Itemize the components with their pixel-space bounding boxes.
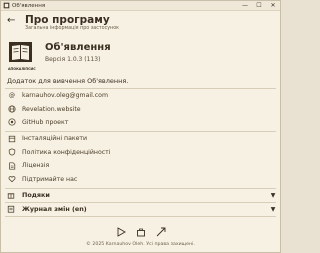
at-icon: @	[8, 92, 16, 100]
share-icon[interactable]	[155, 226, 166, 237]
app-description: Додаток для вивчення Об'явлення.	[7, 77, 129, 85]
close-button[interactable]: ✕	[266, 2, 280, 9]
github-label: GitHub проект	[22, 118, 69, 126]
github-icon	[7, 117, 17, 127]
heart-icon	[7, 174, 17, 184]
packages-label: Інсталяційні пакети	[22, 135, 88, 143]
store-bag-icon[interactable]	[135, 226, 146, 237]
app-window: Об'явлення — ☐ ✕ ← Про програму Загальна…	[0, 0, 281, 253]
app-version: Версія 1.0.3 (113)	[45, 56, 101, 63]
app-name: Об'явлення	[45, 42, 111, 53]
back-arrow-icon[interactable]: ←	[7, 15, 21, 27]
minimize-button[interactable]: —	[238, 2, 252, 9]
email-link[interactable]: @ karnauhov.oleg@gmail.com	[1, 89, 280, 102]
divider	[5, 215, 276, 217]
shield-icon	[7, 147, 17, 157]
maximize-button[interactable]: ☐	[252, 2, 266, 9]
app-book-icon	[3, 2, 10, 9]
chevron-down-icon[interactable]: ▼	[266, 206, 280, 213]
window-title: Об'явлення	[12, 2, 46, 9]
changelog-icon	[7, 205, 17, 213]
page-header: ← Про програму Загальна інформація про з…	[1, 11, 280, 37]
copyright-footer: © 2025 Karnauhov Oleh. Усі права захищен…	[86, 242, 195, 247]
support-us-item[interactable]: Підтримайте нас	[1, 172, 280, 185]
app-logo: АПОКАЛІПСИС	[8, 41, 36, 71]
open-book-icon	[9, 42, 32, 62]
changelog-section[interactable]: Журнал змін (en) ▼	[1, 203, 280, 216]
acknowledgements-label: Подяки	[22, 191, 50, 200]
globe-icon	[7, 104, 17, 114]
bottom-toolbar	[1, 226, 280, 237]
page-title: Про програму	[25, 14, 110, 26]
title-bar: Об'явлення — ☐ ✕	[1, 1, 280, 11]
package-icon	[7, 134, 17, 144]
email-label: karnauhov.oleg@gmail.com	[22, 92, 108, 100]
page-subtitle: Загальна інформація про застосунок	[25, 26, 120, 31]
support-us-label: Підтримайте нас	[22, 175, 78, 183]
website-label: Revelation.website	[22, 105, 81, 113]
app-info: АПОКАЛІПСИС Об'явлення Версія 1.0.3 (113…	[1, 37, 280, 71]
github-link[interactable]: GitHub проект	[1, 116, 280, 129]
changelog-label: Журнал змін (en)	[22, 205, 87, 214]
document-icon	[7, 161, 17, 171]
chevron-down-icon[interactable]: ▼	[266, 192, 280, 199]
privacy-policy-label: Політика конфіденційності	[22, 148, 111, 156]
gift-icon	[7, 191, 17, 199]
license-label: Ліцензія	[22, 162, 50, 170]
play-store-icon[interactable]	[115, 226, 126, 237]
license-item[interactable]: Ліцензія	[1, 159, 280, 172]
packages-item[interactable]: Інсталяційні пакети	[1, 132, 280, 145]
privacy-policy-item[interactable]: Політика конфіденційності	[1, 146, 280, 159]
acknowledgements-section[interactable]: Подяки ▼	[1, 189, 280, 202]
logo-caption: АПОКАЛІПСИС	[8, 67, 36, 71]
website-link[interactable]: Revelation.website	[1, 102, 280, 115]
